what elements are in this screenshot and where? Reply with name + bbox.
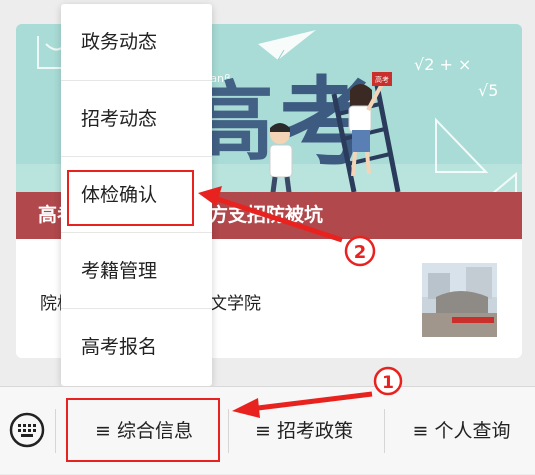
menu-item-gaokao-registration[interactable]: 高考报名: [61, 308, 212, 384]
article-thumbnail: [422, 263, 497, 337]
svg-text:√2 + ×: √2 + ×: [414, 55, 471, 74]
tab-separator: [384, 409, 385, 453]
tab-personal-query[interactable]: ≡ 个人查询: [388, 387, 535, 475]
tab-separator: [55, 409, 56, 453]
svg-text:√5: √5: [478, 81, 498, 100]
menu-item-political-news[interactable]: 政务动态: [61, 4, 212, 80]
banner-sign: 高考: [372, 72, 392, 86]
tab-highlight-box: [66, 398, 220, 462]
menu-item-highlight-box: [67, 170, 194, 226]
tab-admission-policy[interactable]: ≡ 招考政策: [229, 387, 379, 475]
keyboard-icon: [9, 412, 45, 448]
keyboard-toggle-button[interactable]: [8, 411, 46, 449]
menu-item-exam-registry[interactable]: 考籍管理: [61, 232, 212, 308]
menu-item-admission-news[interactable]: 招考动态: [61, 80, 212, 156]
svg-text:高考: 高考: [375, 75, 389, 84]
